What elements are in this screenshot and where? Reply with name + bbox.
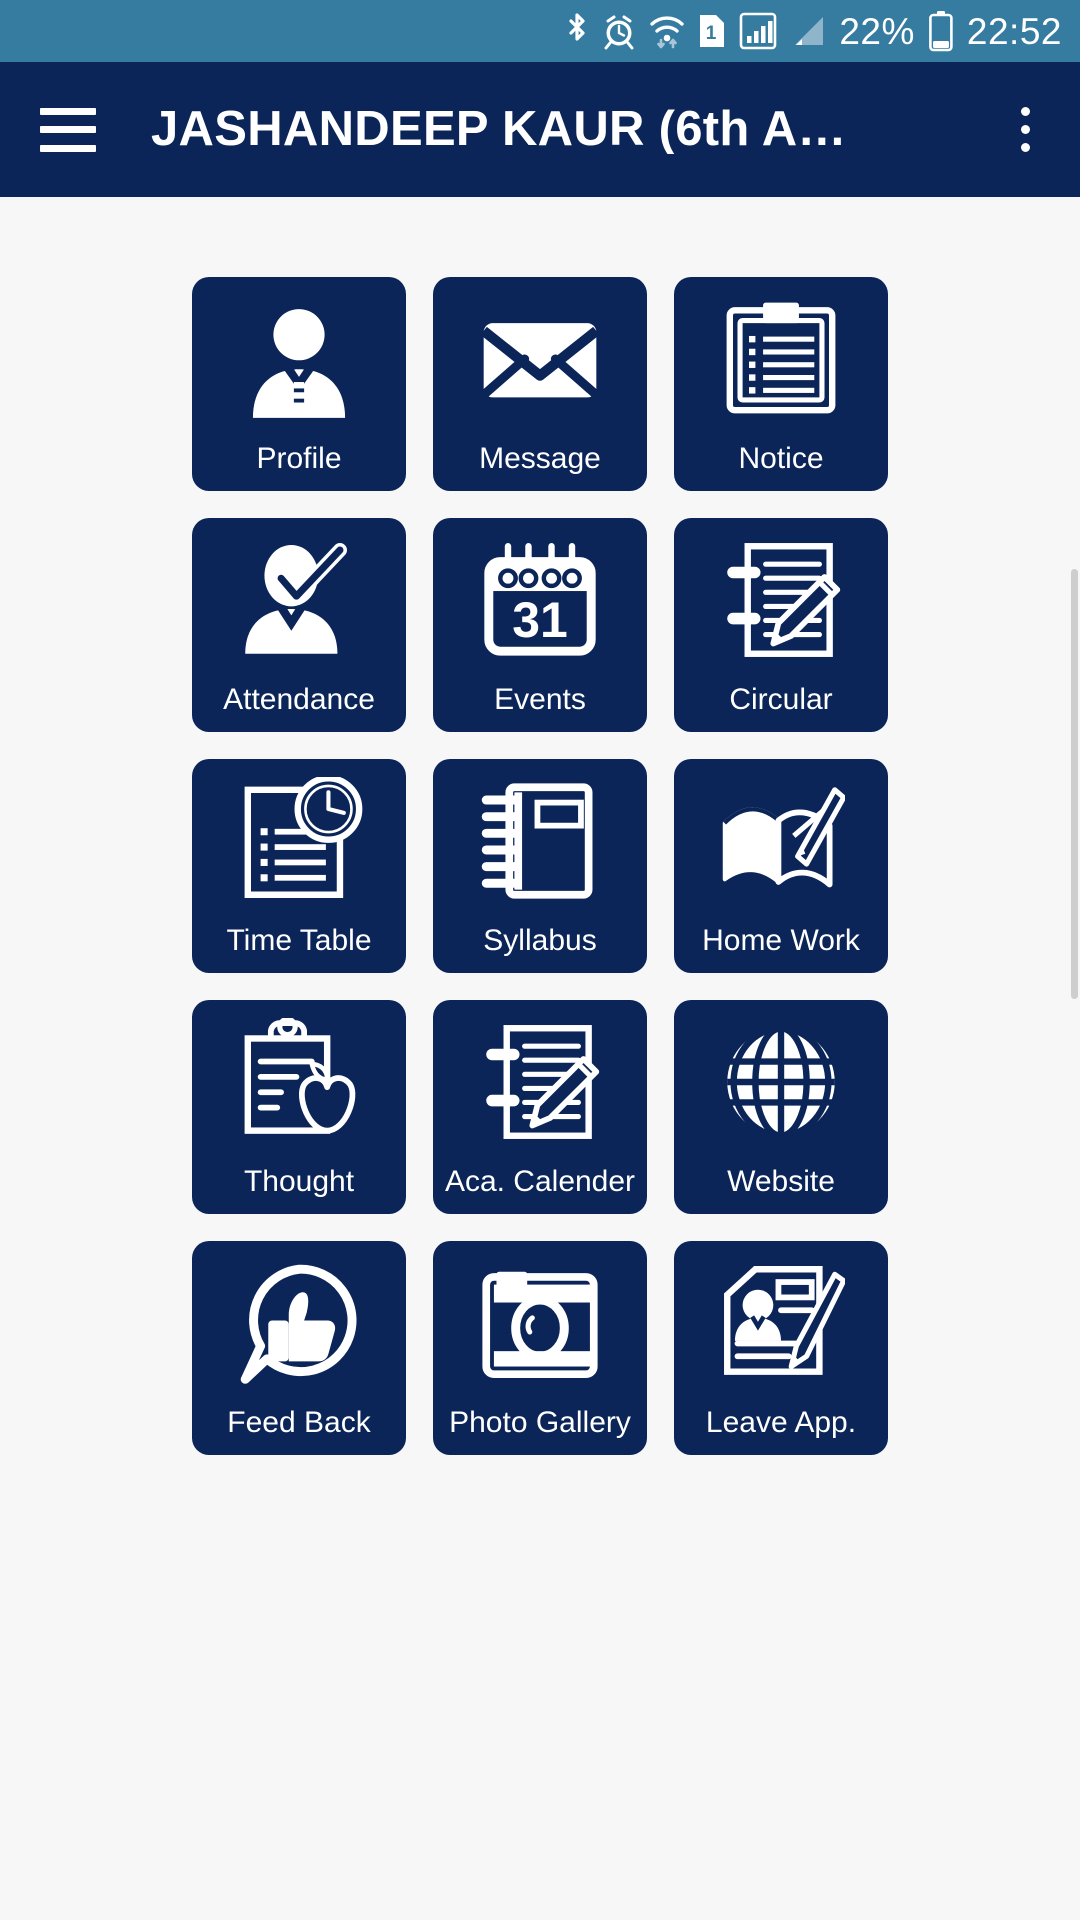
tile-notice[interactable]: Notice <box>674 277 888 491</box>
clock-time: 22:52 <box>966 10 1062 52</box>
battery-icon <box>928 10 954 52</box>
tile-attendance[interactable]: Attendance <box>192 518 406 732</box>
spiral-book-icon <box>476 777 604 905</box>
tile-label: Website <box>727 1165 835 1198</box>
tile-label: Syllabus <box>483 924 597 957</box>
globe-icon <box>717 1018 845 1146</box>
clipboard-list-icon <box>717 295 845 423</box>
more-vertical-icon[interactable] <box>996 96 1054 164</box>
tile-syllabus[interactable]: Syllabus <box>433 759 647 973</box>
tile-profile[interactable]: Profile <box>192 277 406 491</box>
tile-label: Home Work <box>702 924 860 957</box>
hamburger-menu-icon[interactable] <box>40 107 96 152</box>
hamburger-bar <box>40 126 96 133</box>
status-bar: 1 22% 22:52 <box>0 0 1080 62</box>
tile-label: Photo Gallery <box>449 1406 631 1439</box>
tile-circular[interactable]: Circular <box>674 518 888 732</box>
tile-thought[interactable]: Thought <box>192 1000 406 1214</box>
tile-label: Time Table <box>226 924 372 957</box>
tile-label: Events <box>494 683 586 716</box>
tile-label: Profile <box>256 442 342 475</box>
tile-label: Thought <box>243 1165 355 1198</box>
hamburger-bar <box>40 144 96 152</box>
svg-text:1: 1 <box>706 23 717 44</box>
calendar-31-icon: 31 <box>476 536 604 664</box>
menu-dot <box>1020 107 1030 116</box>
user-profile-icon <box>235 295 363 423</box>
hamburger-bar <box>40 107 96 115</box>
svg-text:31: 31 <box>512 592 568 648</box>
tile-website[interactable]: Website <box>674 1000 888 1214</box>
alarm-icon <box>602 12 636 50</box>
tile-photo-gallery[interactable]: Photo Gallery <box>433 1241 647 1455</box>
signal-triangle-icon <box>790 12 826 50</box>
tile-message[interactable]: Message <box>433 277 647 491</box>
tile-label: Notice <box>738 442 824 475</box>
dashboard-content: Profile Message Notice Attendance 31 Eve… <box>0 197 1080 1920</box>
vertical-scrollbar[interactable] <box>1071 569 1078 999</box>
menu-dot <box>1020 125 1030 134</box>
tile-label: Aca. Calender <box>444 1165 636 1198</box>
tile-label: Feed Back <box>227 1406 371 1439</box>
tile-home-work[interactable]: Home Work <box>674 759 888 973</box>
tile-leave-app[interactable]: Leave App. <box>674 1241 888 1455</box>
sim-1-icon: 1 <box>698 12 726 50</box>
tile-label: Attendance <box>223 683 375 716</box>
clipboard-apple-icon <box>235 1018 363 1146</box>
app-bar: JASHANDEEP KAUR (6th A… <box>0 62 1080 197</box>
battery-percent: 22% <box>839 10 915 52</box>
signal-bars-icon <box>739 12 777 50</box>
open-book-pencil-icon <box>717 777 845 905</box>
tile-label: Leave App. <box>705 1406 857 1439</box>
wifi-icon <box>649 12 685 50</box>
notebook-pencil-icon <box>476 1018 604 1146</box>
tile-label: Circular <box>729 683 833 716</box>
tile-time-table[interactable]: Time Table <box>192 759 406 973</box>
tile-feed-back[interactable]: Feed Back <box>192 1241 406 1455</box>
tile-events[interactable]: 31 Events <box>433 518 647 732</box>
page-title: JASHANDEEP KAUR (6th A… <box>151 105 847 154</box>
menu-dot <box>1020 143 1030 152</box>
tile-aca-calender[interactable]: Aca. Calender <box>433 1000 647 1214</box>
bluetooth-icon <box>565 12 589 50</box>
leave-application-icon <box>717 1259 845 1387</box>
app-tile-grid: Profile Message Notice Attendance 31 Eve… <box>0 277 1080 1455</box>
envelope-icon <box>476 295 604 423</box>
user-check-icon <box>235 536 363 664</box>
camera-icon <box>476 1259 604 1387</box>
thumbs-up-bubble-icon <box>235 1259 363 1387</box>
notebook-pencil-icon <box>717 536 845 664</box>
tile-label: Message <box>479 442 601 475</box>
document-clock-icon <box>235 777 363 905</box>
